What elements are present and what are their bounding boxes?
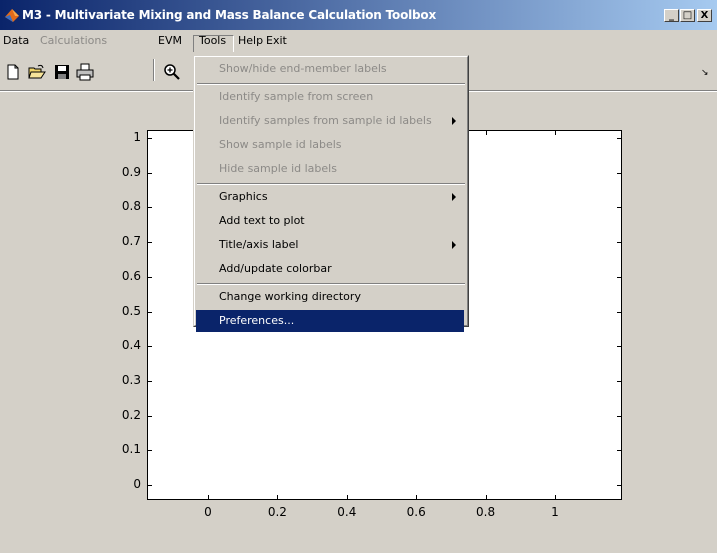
- y-tick-mark: [147, 450, 152, 451]
- y-tick-label: 0.6: [121, 268, 141, 283]
- submenu-arrow-icon: [452, 117, 456, 125]
- menu-item-add-update-colorbar[interactable]: Add/update colorbar: [196, 258, 464, 280]
- y-tick-mark: [617, 416, 622, 417]
- menu-bar: Data Calculations EVM Tools Help Exit ↘: [0, 31, 717, 78]
- y-tick-mark: [147, 416, 152, 417]
- x-tick-label: 0.8: [476, 505, 496, 519]
- menu-separator: [197, 283, 465, 285]
- submenu-arrow-icon: [452, 193, 456, 201]
- y-tick-mark: [147, 381, 152, 382]
- menu-item-label: Add/update colorbar: [219, 262, 332, 275]
- zoom-in-icon[interactable]: [163, 63, 181, 81]
- menu-tools-pressed-frame: [193, 35, 234, 52]
- minimize-button[interactable]: _: [664, 9, 679, 22]
- menu-item-label: Preferences...: [219, 314, 295, 327]
- print-icon[interactable]: [76, 63, 94, 81]
- x-tick-mark: [486, 495, 487, 500]
- menu-item-preferences[interactable]: Preferences...: [196, 310, 464, 332]
- x-tick-mark: [555, 495, 556, 500]
- menu-item-graphics[interactable]: Graphics: [196, 186, 464, 208]
- menu-item-label: Identify sample from screen: [219, 90, 374, 103]
- menu-item-show-hide-end-member-labels[interactable]: Show/hide end-member labels: [196, 58, 464, 80]
- menu-separator: [197, 183, 465, 185]
- y-tick-mark: [617, 381, 622, 382]
- x-tick-mark: [416, 495, 417, 500]
- matlab-logo-icon: [5, 9, 19, 22]
- y-tick-mark: [617, 277, 622, 278]
- menu-item-label: Show sample id labels: [219, 138, 342, 151]
- y-tick-label: 0.9: [121, 164, 141, 179]
- x-tick-mark: [208, 495, 209, 500]
- y-tick-mark: [147, 277, 152, 278]
- menu-item-label: Show/hide end-member labels: [219, 62, 387, 75]
- app-window: M3 - Multivariate Mixing and Mass Balanc…: [0, 0, 717, 553]
- x-tick-mark: [486, 130, 487, 135]
- submenu-arrow-icon: [452, 241, 456, 249]
- x-tick-label: 0.6: [406, 505, 426, 519]
- close-button[interactable]: X: [697, 9, 712, 22]
- y-tick-mark: [617, 173, 622, 174]
- menu-help[interactable]: Help: [238, 34, 263, 47]
- y-tick-label: 1: [133, 130, 141, 144]
- x-tick-label: 1: [551, 505, 559, 519]
- menu-item-change-working-directory[interactable]: Change working directory: [196, 286, 464, 308]
- menu-item-identify-samples-from-sample-id-labels[interactable]: Identify samples from sample id labels: [196, 110, 464, 132]
- y-tick-label: 0.7: [121, 234, 141, 249]
- menu-separator: [197, 83, 465, 85]
- maximize-button[interactable]: □: [680, 9, 695, 22]
- menu-item-label: Change working directory: [219, 290, 361, 303]
- y-tick-mark: [147, 346, 152, 347]
- save-icon[interactable]: [53, 63, 71, 81]
- x-tick-mark: [277, 495, 278, 500]
- y-tick-label: 0.5: [121, 303, 141, 318]
- menu-item-add-text-to-plot[interactable]: Add text to plot: [196, 210, 464, 232]
- title-bar[interactable]: M3 - Multivariate Mixing and Mass Balanc…: [0, 0, 717, 30]
- tools-dropdown-menu: Show/hide end-member labels Identify samp…: [193, 55, 469, 332]
- menu-calculations[interactable]: Calculations: [40, 34, 107, 47]
- y-tick-mark: [617, 485, 622, 486]
- y-tick-mark: [147, 312, 152, 313]
- window-title: M3 - Multivariate Mixing and Mass Balanc…: [22, 8, 436, 22]
- y-tick-mark: [617, 450, 622, 451]
- new-file-icon[interactable]: [4, 63, 22, 81]
- y-tick-mark: [617, 242, 622, 243]
- menu-item-label: Hide sample id labels: [219, 162, 337, 175]
- y-tick-mark: [617, 207, 622, 208]
- x-tick-mark: [347, 495, 348, 500]
- y-tick-mark: [147, 207, 152, 208]
- y-tick-mark: [147, 138, 152, 139]
- x-tick-label: 0.2: [267, 505, 287, 519]
- menu-item-hide-sample-id-labels[interactable]: Hide sample id labels: [196, 158, 464, 180]
- y-tick-label: 0.4: [121, 338, 141, 353]
- x-tick-mark: [555, 130, 556, 135]
- y-tick-label: 0.8: [121, 199, 141, 214]
- menu-item-label: Graphics: [219, 190, 268, 203]
- menu-data[interactable]: Data: [3, 34, 29, 47]
- y-tick-mark: [617, 346, 622, 347]
- menu-item-title-axis-label[interactable]: Title/axis label: [196, 234, 464, 256]
- x-tick-label: 0: [204, 505, 212, 519]
- open-folder-icon[interactable]: [28, 63, 46, 81]
- y-tick-label: 0.2: [121, 407, 141, 422]
- menu-exit[interactable]: Exit: [266, 34, 287, 47]
- menu-item-label: Identify samples from sample id labels: [219, 114, 432, 127]
- menu-item-label: Title/axis label: [219, 238, 299, 251]
- y-tick-mark: [147, 173, 152, 174]
- menu-item-label: Add text to plot: [219, 214, 305, 227]
- y-tick-label: 0.3: [121, 372, 141, 387]
- menu-item-show-sample-id-labels[interactable]: Show sample id labels: [196, 134, 464, 156]
- y-tick-label: 0: [133, 477, 141, 491]
- y-tick-label: 0.1: [121, 442, 141, 457]
- y-tick-mark: [147, 485, 152, 486]
- toolbar-separator: [153, 59, 155, 81]
- y-tick-mark: [147, 242, 152, 243]
- y-tick-mark: [617, 138, 622, 139]
- menu-item-identify-sample-from-screen[interactable]: Identify sample from screen: [196, 86, 464, 108]
- x-tick-label: 0.4: [337, 505, 357, 519]
- menu-evm[interactable]: EVM: [158, 34, 182, 47]
- y-tick-mark: [617, 312, 622, 313]
